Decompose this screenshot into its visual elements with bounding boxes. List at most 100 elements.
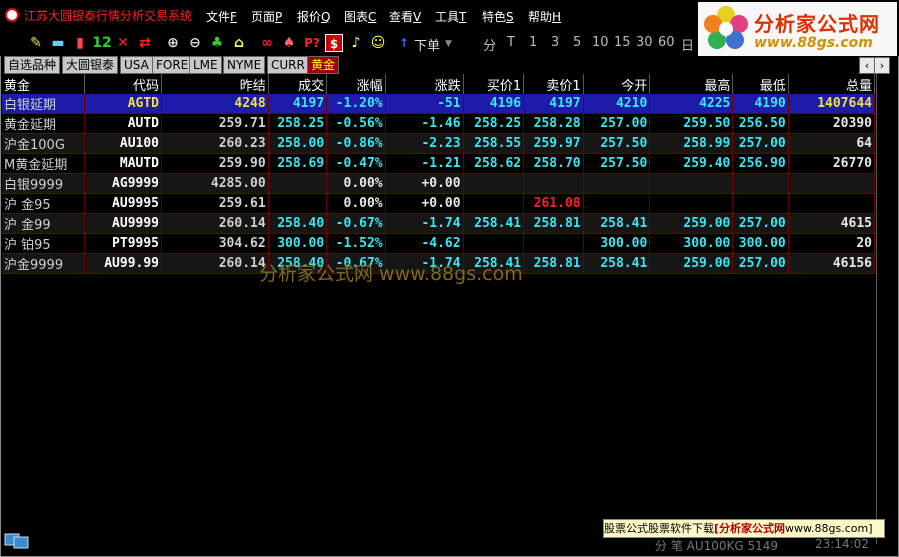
cell-last: 258.25 (268, 113, 328, 134)
pq-button[interactable]: P? (302, 34, 322, 52)
cell-chg: -1.21 (385, 153, 464, 174)
cell-pct: -0.86% (326, 133, 386, 154)
col-header-low[interactable]: 最低 (732, 74, 789, 94)
col-header-bid[interactable]: 买价1 (463, 74, 525, 94)
period-tick[interactable]: T (507, 35, 515, 50)
cell-pct: 0.00% (326, 173, 386, 194)
cell-bid (463, 173, 525, 194)
ad-link[interactable]: [分析家公式网 (714, 522, 785, 535)
tree-icon[interactable]: ♣ (208, 34, 226, 52)
col-header-open[interactable]: 今开 (583, 74, 651, 94)
dollar-icon[interactable]: $ (325, 34, 343, 52)
tab-watchlist[interactable]: 自选品种 (4, 56, 61, 74)
cell-name: 沪金9999 (2, 253, 86, 274)
cell-low: 257.00 (732, 133, 789, 154)
scroll-right-arrow-icon[interactable]: › (874, 57, 890, 74)
col-header-prev[interactable]: 昨结 (161, 74, 269, 94)
col-header-last[interactable]: 成交 (268, 74, 328, 94)
cell-bid: 258.62 (463, 153, 525, 174)
cell-high: 4225 (649, 94, 734, 114)
vertical-scrollbar[interactable] (876, 74, 891, 544)
transfer-icon[interactable]: ⇄ (136, 34, 154, 52)
period-day[interactable]: 日 (681, 35, 694, 54)
table-row[interactable]: 沪金100G AU100 260.23 258.00 -0.86% -2.23 … (2, 133, 876, 154)
menu-quote[interactable]: 报价Q (297, 8, 330, 25)
cell-code: AU99.99 (84, 253, 163, 274)
cell-prev: 259.71 (161, 113, 269, 134)
site-logo: 分析家公式网 www.88gs.com (698, 2, 897, 56)
cell-high (649, 193, 734, 214)
order-button[interactable]: 下单 (414, 35, 440, 54)
cell-open: 257.00 (583, 113, 651, 134)
tab-gold[interactable]: 黄金 (307, 56, 340, 74)
truck-icon[interactable]: ▬ (48, 34, 68, 52)
menu-tools[interactable]: 工具T (435, 8, 466, 25)
scroll-left-arrow-icon[interactable]: ‹ (859, 57, 875, 74)
period-60[interactable]: 60 (658, 35, 675, 50)
tab-usa[interactable]: USA (120, 56, 153, 74)
period-3[interactable]: 3 (551, 35, 559, 50)
cell-open: 258.41 (583, 253, 651, 274)
smiley-icon[interactable]: ☺ (369, 34, 387, 52)
cell-prev: 304.62 (161, 233, 269, 254)
cell-chg: -1.46 (385, 113, 464, 134)
period-15[interactable]: 15 (614, 35, 631, 50)
table-row[interactable]: M黄金延期 MAUTD 259.90 258.69 -0.47% -1.21 2… (2, 153, 876, 174)
bell-icon[interactable]: ♪ (347, 34, 365, 52)
cell-vol: 20 (788, 233, 876, 254)
period-5[interactable]: 5 (573, 35, 581, 50)
period-30[interactable]: 30 (636, 35, 653, 50)
zoom-in-icon[interactable]: ⊕ (164, 34, 182, 52)
tab-curr[interactable]: CURR (267, 56, 309, 74)
zoom-out-icon[interactable]: ⊖ (186, 34, 204, 52)
cell-chg: -1.74 (385, 213, 464, 234)
tab-nyme[interactable]: NYME (223, 56, 266, 74)
status-time: 23:14:02 (815, 537, 869, 551)
col-header-high[interactable]: 最高 (649, 74, 734, 94)
col-header-ask[interactable]: 卖价1 (523, 74, 584, 94)
cell-code: AU9999 (84, 213, 163, 234)
menu-file[interactable]: 文件F (206, 8, 237, 25)
order-arrow-icon: ↑ (398, 36, 410, 50)
col-header-pct[interactable]: 涨幅 (326, 74, 386, 94)
home-icon[interactable]: ⌂ (230, 34, 248, 52)
table-row[interactable]: 黄金延期 AUTD 259.71 258.25 -0.56% -1.46 258… (2, 113, 876, 134)
menu-chart[interactable]: 图表C (344, 8, 376, 25)
chevron-down-icon[interactable]: ▼ (445, 39, 452, 49)
col-header-vol[interactable]: 总量 (788, 74, 876, 94)
cell-vol: 1407644 (788, 94, 876, 114)
table-row[interactable]: 沪 铂95 PT9995 304.62 300.00 -1.52% -4.62 … (2, 233, 876, 254)
menu-page[interactable]: 页面P (251, 8, 282, 25)
tab-dayuan[interactable]: 大圆银泰 (62, 56, 119, 74)
link-icon[interactable]: ∞ (258, 34, 276, 52)
period-1[interactable]: 1 (529, 35, 537, 50)
table-row[interactable]: 白银9999 AG9999 4285.00 0.00% +0.00 (2, 173, 876, 194)
pen-icon[interactable]: ✎ (26, 34, 46, 52)
col-header-code[interactable]: 代码 (84, 74, 163, 94)
cell-low: 256.90 (732, 153, 789, 174)
table-row[interactable]: 白银延期 AGTD 4248 4197 -1.20% -51 4196 4197… (2, 94, 876, 114)
menu-help[interactable]: 帮助H (528, 8, 561, 25)
table-row[interactable]: 沪 金99 AU9999 260.14 258.40 -0.67% -1.74 … (2, 213, 876, 234)
close-icon[interactable]: ✕ (115, 34, 131, 52)
menu-page-label: 页面 (251, 10, 276, 24)
cell-open: 257.50 (583, 133, 651, 154)
menu-view[interactable]: 查看V (389, 8, 421, 25)
table-row[interactable]: 沪 金95 AU9995 259.61 0.00% +0.00 261.08 (2, 193, 876, 214)
col-header-chg[interactable]: 涨跌 (385, 74, 464, 94)
ad-suffix: www.88gs.com] (785, 522, 873, 535)
menu-page-key: P (275, 10, 283, 24)
tab-lme[interactable]: LME (189, 56, 222, 74)
col-header-name[interactable]: 黄金 (2, 74, 86, 94)
menu-features[interactable]: 特色S (482, 8, 514, 25)
logo-url[interactable]: www.88gs.com (754, 35, 873, 51)
menu-tools-key: T (459, 10, 467, 24)
bar-chart-icon[interactable]: ▮ (72, 34, 88, 52)
period-10[interactable]: 10 (592, 35, 609, 50)
ad-banner[interactable]: 股票公式股票软件下载[分析家公式网www.88gs.com] (603, 519, 885, 538)
count-button[interactable]: 12 (91, 34, 113, 52)
monitor-icon[interactable] (4, 531, 30, 549)
period-min[interactable]: 分 (483, 35, 496, 54)
binoculars-icon[interactable]: ♠ (280, 34, 298, 52)
tab-fore[interactable]: FORE (152, 56, 193, 74)
